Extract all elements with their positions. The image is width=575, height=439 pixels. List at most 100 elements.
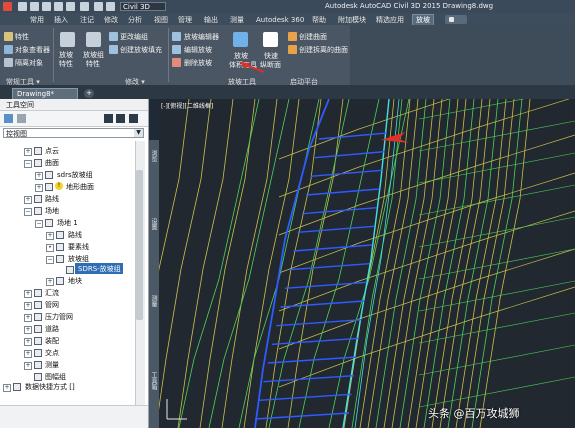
drawing-canvas[interactable] xyxy=(159,99,575,428)
drawing-tab[interactable]: Drawing8* xyxy=(12,88,78,99)
tree-item-survey[interactable]: 测量 xyxy=(45,360,59,370)
tab-featured-apps[interactable]: 精选应用 xyxy=(376,15,404,25)
print-icon[interactable] xyxy=(66,2,75,11)
tree-item-grading-groups[interactable]: 放坡组 xyxy=(68,254,89,264)
contour-lines-green xyxy=(178,99,575,428)
expand-toggle[interactable]: − xyxy=(24,160,32,168)
grading-properties-label-2[interactable]: 特性 xyxy=(59,59,73,69)
tree-item-corridors[interactable]: 道路 xyxy=(45,324,59,334)
title-bar: Civil 3D Autodesk AutoCAD Civil 3D 2015 … xyxy=(0,0,575,13)
expand-toggle[interactable]: + xyxy=(3,384,11,392)
tab-manage[interactable]: 管理 xyxy=(178,15,192,25)
delete-grading-button[interactable]: 删除放坡 xyxy=(184,58,212,68)
tree-item-parcels[interactable]: 地块 xyxy=(68,276,82,286)
grading-editor-button[interactable]: 放坡编辑器 xyxy=(184,32,219,42)
object-viewer-button[interactable]: 对象查看器 xyxy=(15,45,50,55)
grading-group-label-2[interactable]: 特性 xyxy=(86,59,100,69)
tab-modify[interactable]: 修改 xyxy=(104,15,118,25)
projection-line xyxy=(318,132,388,140)
toolspace-horizontal-scroll-area[interactable] xyxy=(0,405,148,429)
expand-toggle[interactable]: + xyxy=(24,148,32,156)
side-tab-settings[interactable]: 设置 xyxy=(150,218,158,230)
tree-item-catchments[interactable]: 汇流 xyxy=(45,288,59,298)
workspace-select[interactable]: Civil 3D xyxy=(120,2,166,11)
expand-toggle[interactable]: + xyxy=(24,196,32,204)
toggle-icon[interactable] xyxy=(116,114,125,123)
side-tab-survey[interactable]: 测量 xyxy=(150,295,158,307)
tree-item-terrain-surface[interactable]: 地形曲面 xyxy=(66,182,94,192)
expand-toggle[interactable]: + xyxy=(35,172,43,180)
side-tab-toolbox[interactable]: 工具箱 xyxy=(150,372,158,390)
edit-grading-button[interactable]: 编辑放坡 xyxy=(184,45,212,55)
save-icon[interactable] xyxy=(42,2,51,11)
create-surface-button[interactable]: 创建曲面 xyxy=(299,32,327,42)
change-group-icon xyxy=(109,32,118,41)
expand-toggle[interactable]: + xyxy=(35,184,43,192)
open-icon[interactable] xyxy=(30,2,39,11)
tab-insert[interactable]: 插入 xyxy=(54,15,68,25)
isolate-objects-button[interactable]: 隔离对象 xyxy=(15,58,43,68)
expand-toggle[interactable]: − xyxy=(46,256,54,264)
dropdown-icon[interactable] xyxy=(106,2,115,11)
change-group-button[interactable]: 更改编组 xyxy=(120,32,148,42)
tab-home[interactable]: 常用 xyxy=(30,15,44,25)
properties-button[interactable]: 特性 xyxy=(15,32,29,42)
create-detached-surface-button[interactable]: 创建拆离的曲面 xyxy=(299,45,348,55)
tree-item-intersections[interactable]: 交点 xyxy=(45,348,59,358)
close-icon[interactable] xyxy=(129,114,138,123)
tab-analyze[interactable]: 分析 xyxy=(128,15,142,25)
expand-toggle[interactable]: + xyxy=(24,302,32,310)
tree-item-feature-lines[interactable]: 要素线 xyxy=(68,242,89,252)
app-menu-icon[interactable] xyxy=(3,2,12,11)
chevron-down-icon[interactable]: ▼ xyxy=(134,129,143,137)
expand-toggle[interactable]: + xyxy=(24,338,32,346)
tree-item-data-shortcuts[interactable]: 数据快捷方式 [] xyxy=(25,382,75,392)
tree-item-view-frame-groups[interactable]: 图幅组 xyxy=(45,372,66,382)
tree-item-point-cloud[interactable]: 点云 xyxy=(45,146,59,156)
create-grading-infill-button[interactable]: 创建放坡填充 xyxy=(120,45,162,55)
pin-icon[interactable] xyxy=(104,114,113,123)
expand-toggle[interactable]: + xyxy=(46,278,54,286)
expand-toggle[interactable]: + xyxy=(24,362,32,370)
window-icon xyxy=(449,17,454,22)
cad-drawing[interactable] xyxy=(159,99,575,428)
tree-item-pipe-networks[interactable]: 管网 xyxy=(45,300,59,310)
tree-item-assemblies[interactable]: 装配 xyxy=(45,336,59,346)
expand-toggle[interactable]: + xyxy=(24,350,32,358)
expand-toggle[interactable]: • xyxy=(46,244,54,252)
tree-item-sdrs-grading-group-surface[interactable]: sdrs放坡组 xyxy=(57,170,93,180)
tree-item-alignments[interactable]: 路线 xyxy=(45,194,59,204)
expand-toggle[interactable]: + xyxy=(46,232,54,240)
refresh-icon[interactable] xyxy=(17,114,26,123)
expand-toggle[interactable]: + xyxy=(24,290,32,298)
expand-toggle[interactable]: + xyxy=(24,314,32,322)
side-tab-prospector[interactable]: 浏览 xyxy=(150,150,158,162)
projection-line xyxy=(306,188,380,196)
tree-item-pressure-networks[interactable]: 压力管网 xyxy=(45,312,73,322)
toolspace-scrollbar-thumb[interactable] xyxy=(136,170,143,320)
redo-icon[interactable] xyxy=(94,2,103,11)
toolspace-props-icon[interactable] xyxy=(4,114,13,123)
new-tab-button[interactable]: + xyxy=(84,89,94,98)
tab-addins[interactable]: 附加模块 xyxy=(338,15,366,25)
tree-item-site-alignments[interactable]: 路线 xyxy=(68,230,82,240)
expand-toggle[interactable]: − xyxy=(35,220,43,228)
undo-icon[interactable] xyxy=(80,2,89,11)
toolspace-view-select[interactable]: 控视图 xyxy=(3,128,144,138)
tree-item-sdrs-grading-group[interactable]: SDRS-放坡组 xyxy=(78,264,121,274)
tree-item-site-1[interactable]: 场地 1 xyxy=(57,218,78,228)
tab-output[interactable]: 输出 xyxy=(204,15,218,25)
expand-toggle[interactable]: + xyxy=(24,326,32,334)
viewport-controls-label[interactable]: [-][俯视][二维线框] xyxy=(161,101,213,110)
expand-toggle[interactable]: − xyxy=(24,208,32,216)
tree-item-sites[interactable]: 场地 xyxy=(45,206,59,216)
tab-view[interactable]: 视图 xyxy=(154,15,168,25)
tab-annotate[interactable]: 注记 xyxy=(80,15,94,25)
new-icon[interactable] xyxy=(18,2,27,11)
tab-autodesk-360[interactable]: Autodesk 360 xyxy=(256,15,304,25)
tab-help[interactable]: 帮助 xyxy=(312,15,326,25)
save-as-icon[interactable] xyxy=(54,2,63,11)
tree-item-surfaces[interactable]: 曲面 xyxy=(45,158,59,168)
tab-survey[interactable]: 测量 xyxy=(230,15,244,25)
contour-line xyxy=(418,376,575,408)
